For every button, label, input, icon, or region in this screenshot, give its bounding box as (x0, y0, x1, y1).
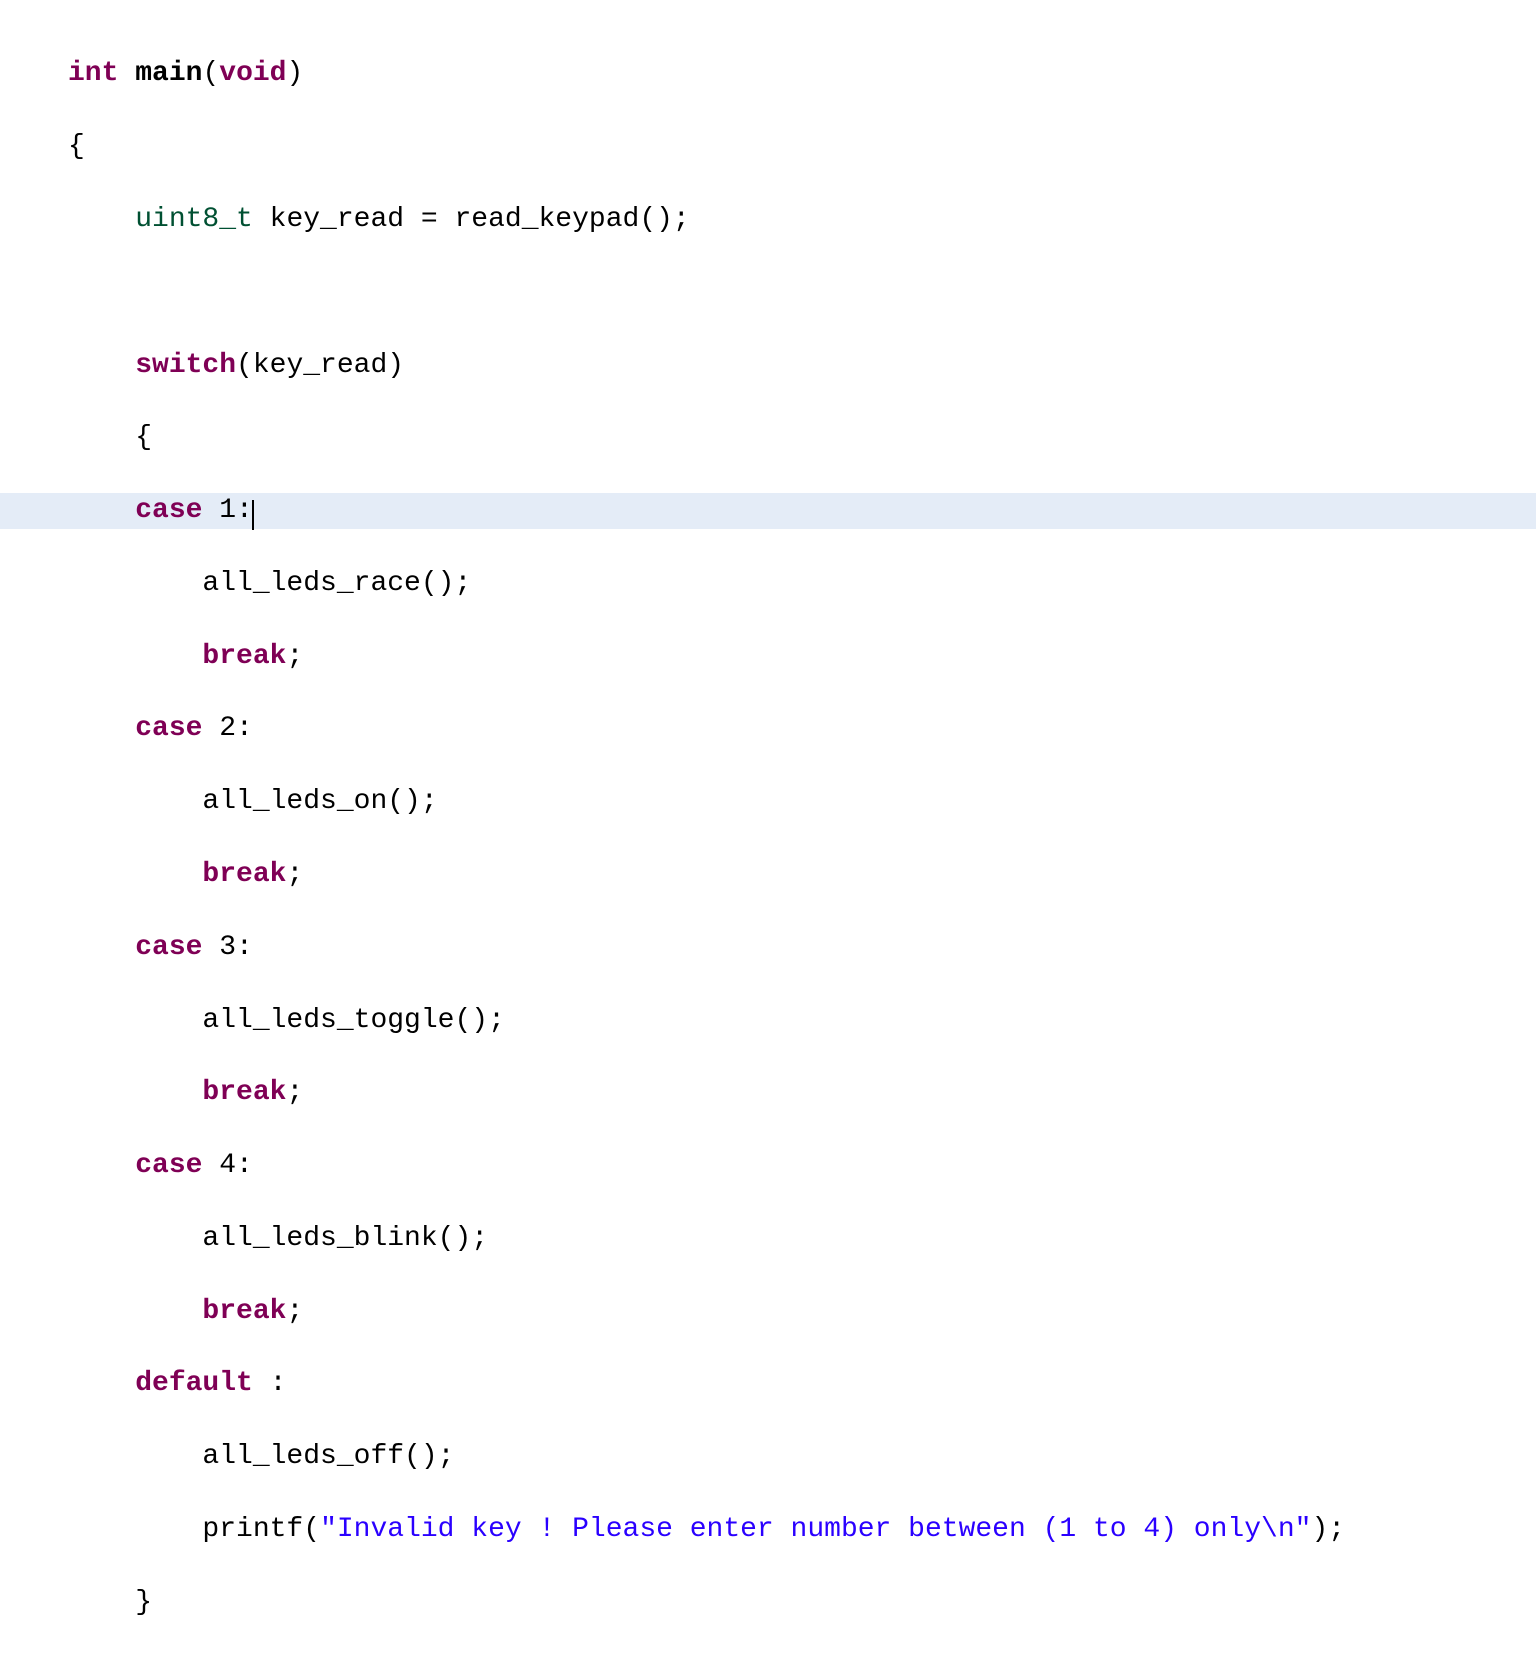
keyword-break: break (202, 1296, 286, 1327)
keyword-break: break (202, 641, 286, 672)
code-line-13: case 3: (0, 930, 1536, 966)
code-line-11: all_leds_on(); (0, 784, 1536, 820)
code-line-7-highlighted: case 1: (0, 493, 1536, 529)
code-line-6: { (0, 420, 1536, 456)
keyword-break: break (202, 1077, 286, 1108)
code-line-15: break; (0, 1075, 1536, 1111)
keyword-break: break (202, 859, 286, 890)
code-line-blank-1 (0, 275, 1536, 311)
keyword-int: int (68, 58, 118, 89)
code-line-16: case 4: (0, 1148, 1536, 1184)
code-line-19: default : (0, 1366, 1536, 1402)
code-line-18: break; (0, 1294, 1536, 1330)
code-line-2: { (0, 129, 1536, 165)
code-line-5: switch(key_read) (0, 348, 1536, 384)
keyword-void: void (219, 58, 286, 89)
code-line-14: all_leds_toggle(); (0, 1003, 1536, 1039)
keyword-case: case (135, 1150, 202, 1181)
keyword-case: case (135, 932, 202, 963)
code-line-1: int main(void) (0, 56, 1536, 92)
code-line-21: printf("Invalid key ! Please enter numbe… (0, 1512, 1536, 1548)
code-line-12: break; (0, 857, 1536, 893)
keyword-default: default (135, 1368, 253, 1399)
code-block: int main(void) { uint8_t key_read = read… (0, 20, 1536, 1658)
function-main: main (135, 58, 202, 89)
code-line-22: } (0, 1585, 1536, 1621)
keyword-switch: switch (135, 350, 236, 381)
code-line-8: all_leds_race(); (0, 566, 1536, 602)
code-line-3: uint8_t key_read = read_keypad(); (0, 202, 1536, 238)
code-line-9: break; (0, 639, 1536, 675)
type-uint8: uint8_t (135, 204, 253, 235)
string-literal: "Invalid key ! Please enter number betwe… (320, 1514, 1311, 1545)
code-line-17: all_leds_blink(); (0, 1221, 1536, 1257)
text-cursor (252, 500, 254, 530)
code-line-20: all_leds_off(); (0, 1439, 1536, 1475)
keyword-case: case (135, 713, 202, 744)
keyword-case: case (135, 495, 202, 526)
code-line-10: case 2: (0, 711, 1536, 747)
